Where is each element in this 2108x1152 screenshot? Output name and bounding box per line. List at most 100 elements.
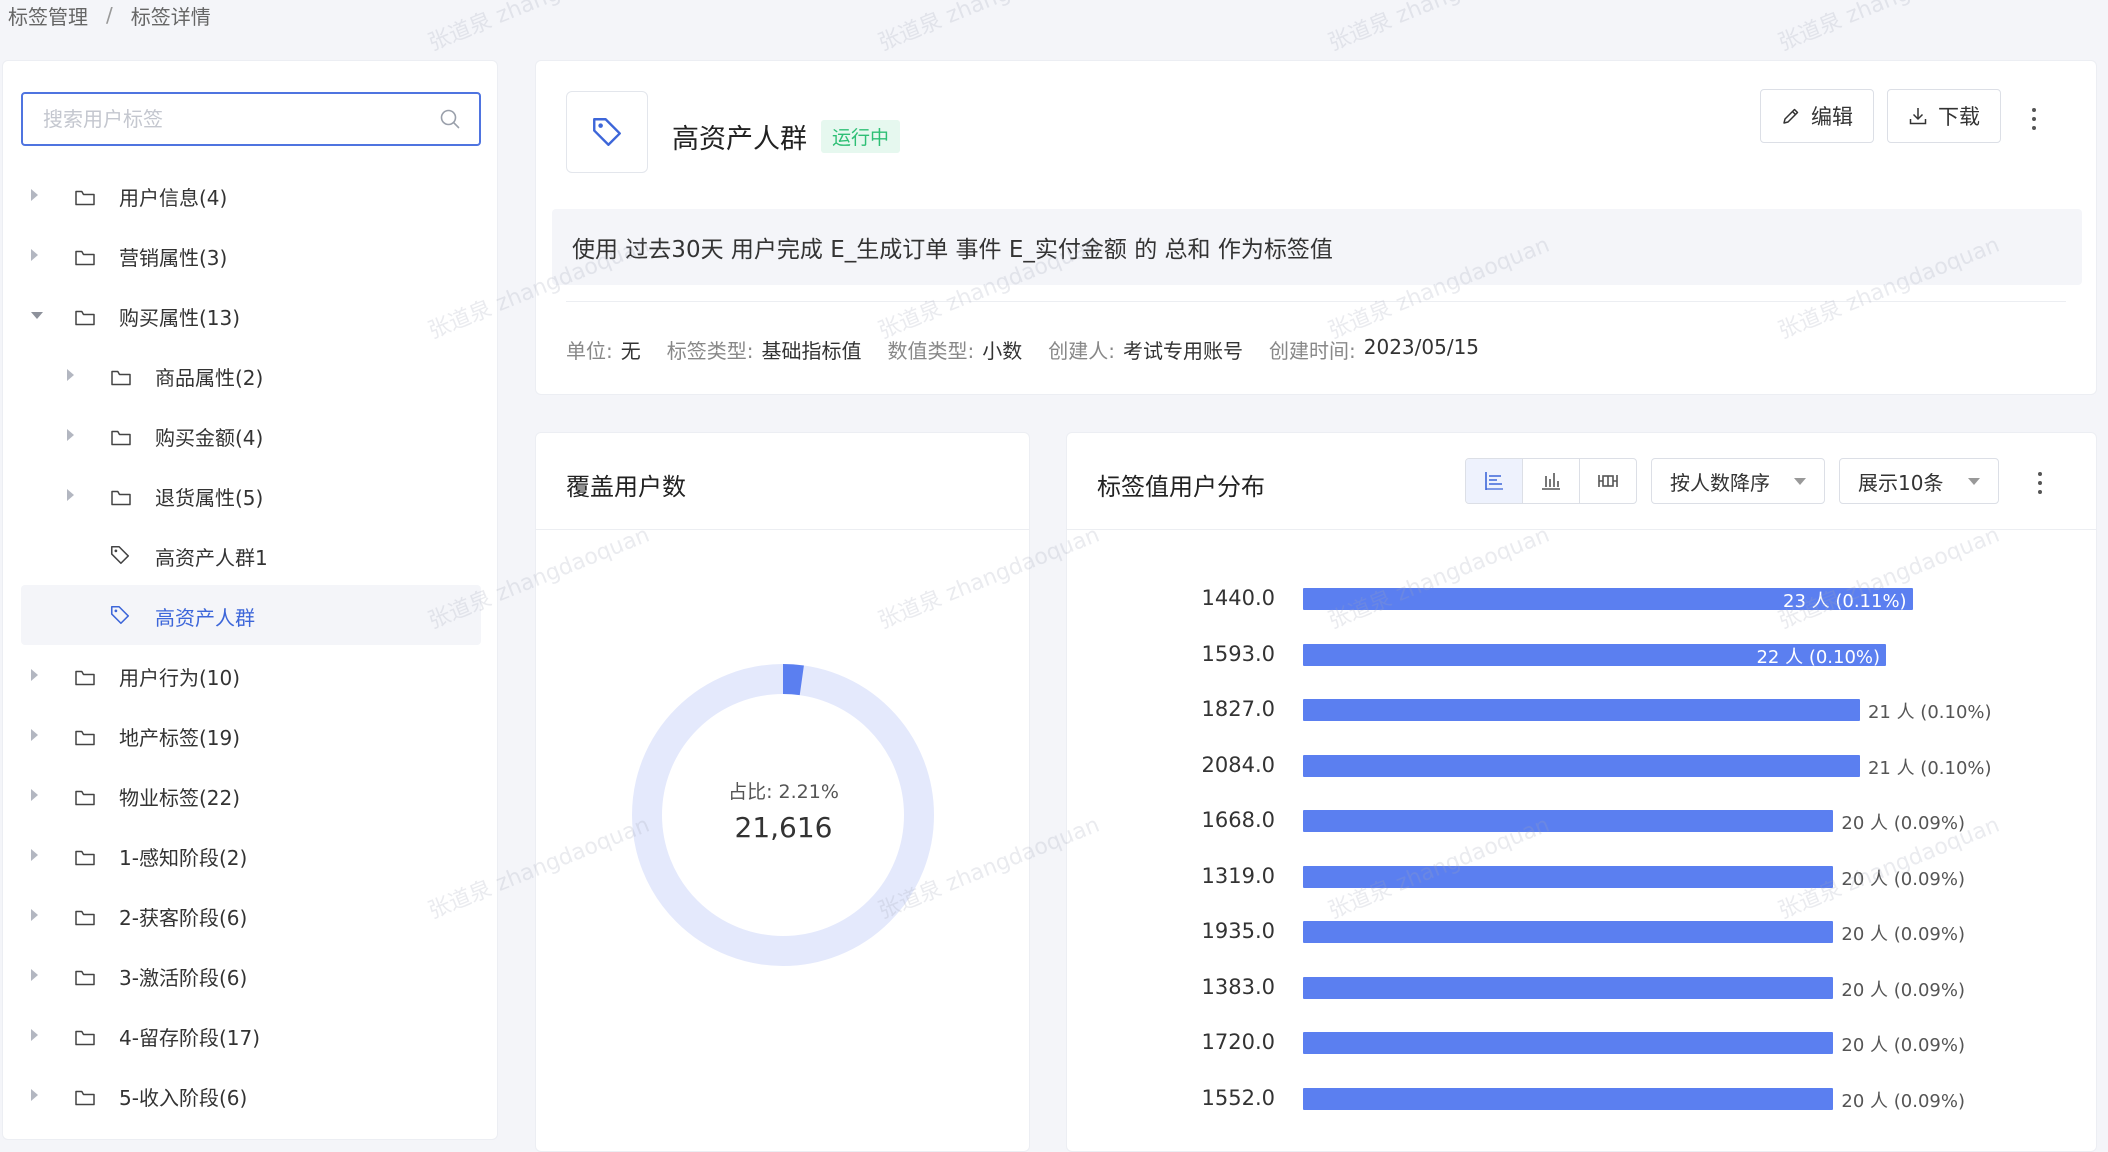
folder-icon [111, 487, 131, 506]
row-count-select-value: 展示10条 [1858, 470, 1944, 495]
tag-header-card: 高资产人群 运行中 编辑 下载 使用 过去30天 用户完成 E_生成订单 事件 … [535, 60, 2097, 395]
caret-right-icon[interactable] [31, 849, 38, 861]
bar-category-label: 1552.0 [1201, 1085, 1275, 1110]
bar[interactable] [1303, 865, 1834, 888]
horizontal-bar-icon[interactable] [1466, 459, 1523, 503]
bar[interactable] [1303, 976, 1834, 999]
tree-item[interactable]: 用户信息(4) [21, 165, 481, 225]
distribution-card: 标签值用户分布 按人数降序 展示10条 1440.0 23 人 (0.11%) 15… [1066, 432, 2097, 1152]
search-icon[interactable] [439, 108, 461, 130]
folder-icon [75, 667, 95, 686]
edit-button[interactable]: 编辑 [1760, 89, 1874, 143]
tree-item[interactable]: 用户行为(10) [21, 645, 481, 705]
download-label: 下载 [1938, 105, 1980, 129]
tag-icon [109, 544, 131, 566]
caret-right-icon[interactable] [31, 669, 38, 681]
bar[interactable] [1303, 754, 1860, 777]
caret-right-icon[interactable] [31, 249, 38, 261]
donut-arc [782, 664, 804, 696]
caret-right-icon[interactable] [67, 429, 74, 441]
caret-right-icon[interactable] [67, 369, 74, 381]
folder-icon [75, 307, 95, 326]
search-box[interactable] [21, 92, 481, 146]
breadcrumb-item-tag-management[interactable]: 标签管理 [8, 1, 88, 30]
bar[interactable] [1303, 1032, 1834, 1054]
tree-item[interactable]: 物业标签(22) [21, 765, 481, 825]
caret-right-icon[interactable] [31, 909, 38, 921]
caret-right-icon[interactable] [67, 489, 74, 501]
tree-item-label: 营销属性(3) [119, 246, 228, 270]
coverage-card: 覆盖用户数 占比: 2.21% 21,616 [535, 432, 1030, 1152]
divider [566, 301, 2066, 302]
pencil-icon [1783, 108, 1799, 124]
coverage-ratio-label: 占比: [728, 781, 779, 803]
tag-tree: 用户信息(4) 营销属性(3) 购买属性(13) 商品属性(2) 购买金额(4) 退货属性… [21, 165, 481, 1125]
meta-value: 2023/05/15 [1363, 335, 1480, 359]
folder-icon [75, 967, 95, 986]
tree-item[interactable]: 地产标签(19) [21, 705, 481, 765]
tree-item[interactable]: 购买属性(13) [21, 285, 481, 345]
meta-key: 创建人: [1048, 339, 1115, 363]
sort-select[interactable]: 按人数降序 [1651, 458, 1825, 504]
tree-item-label: 用户信息(4) [119, 186, 228, 210]
boxplot-icon[interactable] [1580, 459, 1636, 503]
folder-icon [75, 1087, 95, 1106]
caret-right-icon[interactable] [31, 789, 38, 801]
more-icon[interactable] [2031, 108, 2037, 130]
divider [536, 529, 1029, 530]
meta-key: 数值类型: [887, 339, 975, 363]
folder-icon [75, 1027, 95, 1046]
tree-item[interactable]: 购买金额(4) [21, 405, 481, 465]
edit-label: 编辑 [1811, 105, 1853, 129]
tree-item-label: 高资产人群1 [155, 546, 268, 570]
more-icon[interactable] [2037, 472, 2043, 494]
tree-item[interactable]: 高资产人群 [21, 585, 481, 645]
tree-item-label: 地产标签(19) [119, 726, 241, 750]
caret-down-icon[interactable] [31, 312, 43, 319]
tree-item-label: 1-感知阶段(2) [119, 846, 248, 870]
tree-item[interactable]: 高资产人群1 [21, 525, 481, 585]
folder-icon [75, 187, 95, 206]
caret-right-icon[interactable] [31, 1089, 38, 1101]
meta-value: 小数 [982, 339, 1023, 363]
bar[interactable] [1303, 810, 1834, 832]
meta-value: 无 [620, 339, 641, 363]
tree-item-label: 购买属性(13) [119, 306, 241, 330]
caret-right-icon[interactable] [31, 189, 38, 201]
bar-category-label: 2084.0 [1201, 752, 1275, 777]
search-input[interactable] [41, 106, 439, 132]
tree-item[interactable]: 1-感知阶段(2) [21, 825, 481, 885]
coverage-ratio: 占比: 2.21% [536, 777, 1031, 804]
tree-item[interactable]: 3-激活阶段(6) [21, 945, 481, 1005]
caret-right-icon[interactable] [31, 729, 38, 741]
meta-value: 考试专用账号 [1123, 339, 1243, 363]
tag-tree-sidebar: 用户信息(4) 营销属性(3) 购买属性(13) 商品属性(2) 购买金额(4) 退货属性… [2, 60, 498, 1140]
watermark-text: 张道泉 zhangdaoquan [424, 0, 654, 57]
caret-right-icon[interactable] [31, 1029, 38, 1041]
bar-category-label: 1668.0 [1201, 808, 1275, 832]
bar-value-label: 20 人 (0.09%) [1841, 924, 1965, 945]
tree-item[interactable]: 5-收入阶段(6) [21, 1065, 481, 1125]
bar-category-label: 1319.0 [1201, 863, 1275, 888]
caret-right-icon[interactable] [31, 969, 38, 981]
bar-value-label: 20 人 (0.09%) [1841, 813, 1965, 834]
row-count-select[interactable]: 展示10条 [1839, 458, 1999, 504]
bar[interactable] [1303, 921, 1834, 943]
watermark-text: 张道泉 zhangdaoquan [1324, 0, 1554, 57]
bar[interactable] [1303, 1087, 1834, 1110]
tree-item[interactable]: 退货属性(5) [21, 465, 481, 525]
vertical-bar-icon[interactable] [1523, 459, 1580, 503]
bar[interactable] [1303, 699, 1860, 721]
tree-item-label: 3-激活阶段(6) [119, 966, 248, 990]
tree-item[interactable]: 2-获客阶段(6) [21, 885, 481, 945]
tree-item[interactable]: 营销属性(3) [21, 225, 481, 285]
tree-item-label: 用户行为(10) [119, 666, 241, 690]
meta-key: 标签类型: [666, 339, 754, 363]
folder-icon [75, 787, 95, 806]
tree-item-label: 2-获客阶段(6) [119, 906, 248, 930]
bar-value-label: 20 人 (0.09%) [1841, 868, 1965, 890]
download-button[interactable]: 下载 [1887, 89, 2001, 143]
tree-item[interactable]: 4-留存阶段(17) [21, 1005, 481, 1065]
tree-item[interactable]: 商品属性(2) [21, 345, 481, 405]
coverage-title: 覆盖用户数 [566, 473, 686, 501]
